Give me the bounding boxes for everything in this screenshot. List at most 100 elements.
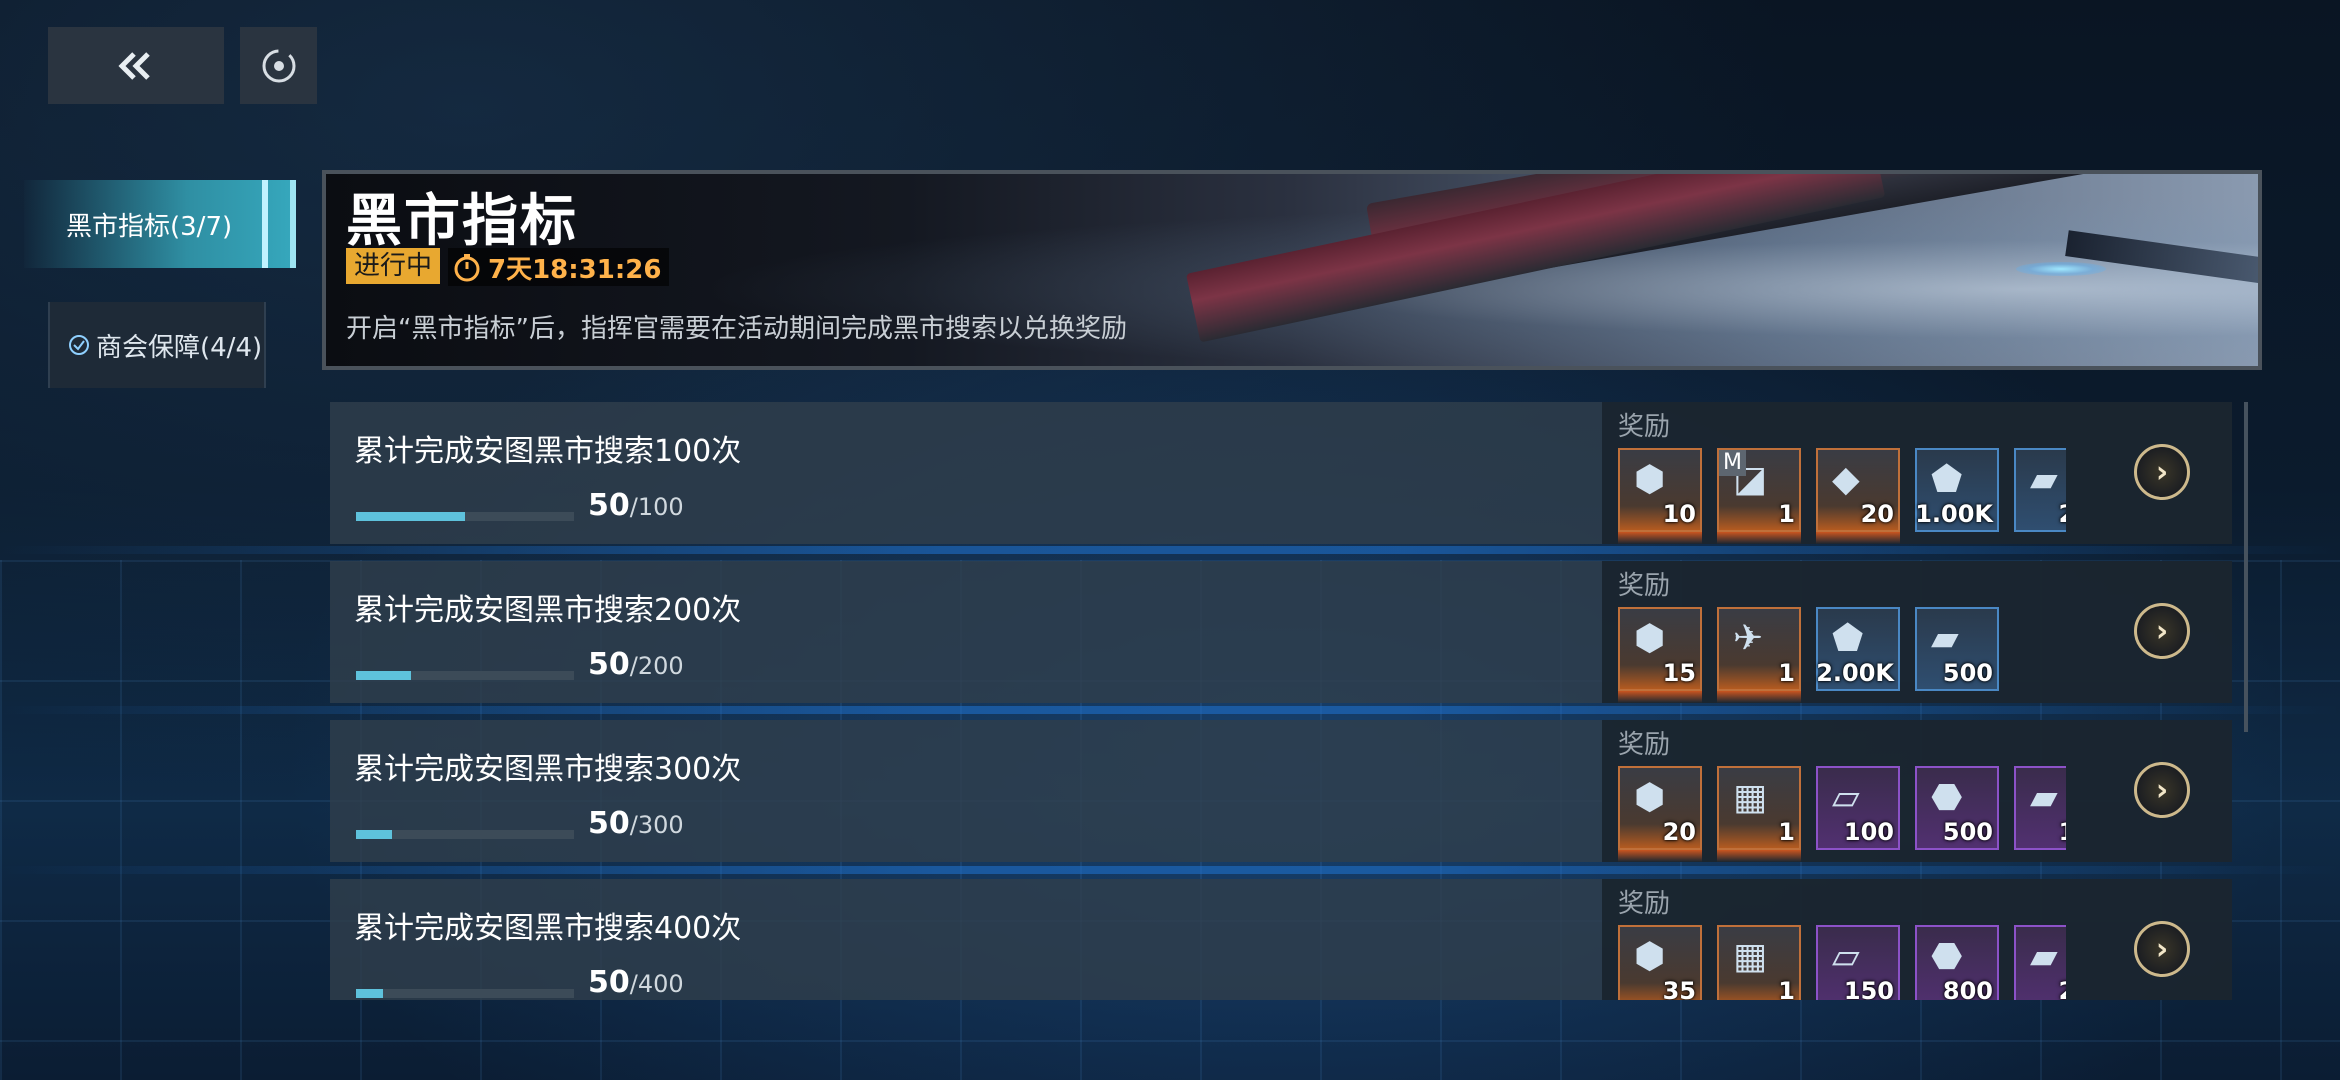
progress-current: 50: [588, 488, 630, 523]
reward-panel: 奖励 ⬢35▦1▱150⬣800▰20 ›: [1602, 879, 2232, 1000]
reward-count: 500: [1942, 659, 1993, 687]
alloy-plate-icon: ▰: [2030, 459, 2058, 500]
go-arrow-button[interactable]: ›: [2134, 921, 2190, 977]
refresh-button[interactable]: [240, 27, 317, 104]
task-row: 累计完成安图黑市搜索300次 50/300 奖励 ⬢20▦1▱100⬣500▰1…: [330, 720, 2232, 862]
background-glow-line: [0, 546, 2340, 554]
blueprint-red-icon: ▦: [1733, 936, 1768, 977]
stopwatch-icon: [454, 254, 480, 282]
alloy-plate-icon: ▰: [1931, 618, 1959, 659]
progress-current: 50: [588, 965, 630, 1000]
reward-panel: 奖励 ⬢ 15 ✈ 1 ⬟ 2.00K ▰ 500 ›: [1602, 561, 2232, 703]
go-arrow-button[interactable]: ›: [2134, 444, 2190, 500]
reward-count: 1: [1778, 500, 1795, 528]
task-row: 累计完成安图黑市搜索400次 50/400 奖励 ⬢35▦1▱150⬣800▰2…: [330, 879, 2232, 1000]
reward-count: 35: [1662, 977, 1696, 1000]
reward-item[interactable]: ⬣ 800: [1915, 925, 1999, 1000]
armor-plate-icon: ▱: [1832, 777, 1860, 818]
reward-label: 奖励: [1618, 412, 1671, 442]
rarity-glow: [1618, 532, 1702, 544]
reward-item[interactable]: ▱ 100: [1816, 766, 1900, 850]
tab-guild-guarantee[interactable]: 商会保障(4/4): [48, 302, 266, 388]
progress-fill: [356, 989, 384, 998]
reward-item[interactable]: ✈ 1: [1717, 607, 1801, 703]
go-arrow-button[interactable]: ›: [2134, 762, 2190, 818]
reward-count: 20: [1860, 500, 1894, 528]
progress-bar: [356, 671, 574, 680]
tab-accent-bar: [262, 180, 268, 268]
reward-item[interactable]: ⬢ 35: [1618, 925, 1702, 1000]
crystal-shard-icon: ◆: [1832, 459, 1860, 500]
reward-item[interactable]: ⬟ 2.00K: [1816, 607, 1900, 691]
progress-count: 50/300: [588, 806, 684, 841]
progress-total: /400: [629, 970, 684, 998]
progress-count: 50/400: [588, 965, 684, 1000]
tab-black-market-index[interactable]: 黑市指标(3/7): [24, 180, 296, 268]
reward-count: 1: [1778, 818, 1795, 846]
rarity-glow: [1618, 691, 1702, 703]
chevron-right-icon: ›: [2155, 931, 2169, 967]
back-button[interactable]: [48, 27, 224, 104]
reward-count: 1: [1778, 977, 1795, 1000]
reward-item[interactable]: ▱ 150: [1816, 925, 1900, 1000]
reward-item[interactable]: ◪ M 1: [1717, 448, 1801, 544]
rarity-glow: [1717, 532, 1801, 544]
reward-item[interactable]: ⬟ 1.00K: [1915, 448, 1999, 532]
task-info: 累计完成安图黑市搜索400次 50/400: [330, 879, 1602, 1000]
rarity-glow: [1717, 850, 1801, 862]
double-chevron-left-icon: [118, 51, 150, 80]
chevron-right-icon: ›: [2155, 772, 2169, 808]
reward-label: 奖励: [1618, 571, 1671, 601]
background-glow-line: [0, 866, 2340, 874]
reward-label: 奖励: [1618, 889, 1671, 919]
progress-count: 50/100: [588, 488, 684, 523]
timer-text: 7天18:31:26: [488, 254, 662, 285]
reward-item[interactable]: ⬢ 15: [1618, 607, 1702, 703]
gold-ore-icon: ⬣: [1931, 777, 1963, 818]
reward-item[interactable]: ▦ 1: [1717, 925, 1801, 1000]
progress-bar: [356, 989, 574, 998]
reward-count: 12: [2059, 818, 2066, 846]
reward-item[interactable]: ▰ 500: [1915, 607, 1999, 691]
reward-count: 100: [1843, 818, 1894, 846]
reward-item[interactable]: ▰12: [2014, 766, 2066, 850]
task-title: 累计完成安图黑市搜索400次: [354, 911, 742, 946]
reward-item[interactable]: ▰25: [2014, 448, 2066, 532]
banner-ship-illustration: [2065, 230, 2258, 284]
progress-fill: [356, 512, 465, 521]
reward-count: 15: [1662, 659, 1696, 687]
background-glow-line: [0, 706, 2340, 714]
reward-item[interactable]: ▦ 1: [1717, 766, 1801, 862]
blueprint-chip-icon: ⬢: [1634, 936, 1666, 977]
progress-current: 50: [588, 647, 630, 682]
task-row: 累计完成安图黑市搜索100次 50/100 奖励 ⬢ 10 ◪ M 1 ◆ 20 ⬟ 1.00K…: [330, 402, 2232, 544]
blueprint-chip-icon: ⬢: [1634, 618, 1666, 659]
event-banner: 黑市指标 进行中 7天18:31:26 开启“黑市指标”后，指挥官需要在活动期间…: [322, 170, 2262, 370]
tab-accent-bar: [290, 180, 296, 268]
ship-fighter-icon: ✈: [1733, 618, 1764, 659]
reward-items: ⬢10◪M1◆20⬟1.00K▰25: [1618, 448, 2066, 544]
go-arrow-button[interactable]: ›: [2134, 603, 2190, 659]
armor-plate-icon: ▱: [1832, 936, 1860, 977]
progress-bar: [356, 830, 574, 839]
reward-item[interactable]: ◆ 20: [1816, 448, 1900, 544]
reward-item[interactable]: ⬣ 500: [1915, 766, 1999, 850]
reward-panel: 奖励 ⬢20▦1▱100⬣500▰12 ›: [1602, 720, 2232, 862]
reward-item[interactable]: ▰20: [2014, 925, 2066, 1000]
tab-label: 黑市指标(3/7): [66, 211, 233, 242]
reward-item[interactable]: ⬢ 10: [1618, 448, 1702, 544]
rarity-glow: [1717, 691, 1801, 703]
reward-item[interactable]: ⬢ 20: [1618, 766, 1702, 862]
progress-total: /300: [629, 811, 684, 839]
module-tag: M: [1719, 450, 1746, 476]
progress-fill: [356, 671, 411, 680]
task-info: 累计完成安图黑市搜索200次 50/200: [330, 561, 1602, 703]
task-title: 累计完成安图黑市搜索200次: [354, 593, 742, 628]
progress-total: /100: [629, 493, 684, 521]
reward-count: 2.00K: [1816, 659, 1894, 687]
blueprint-chip-icon: ⬢: [1634, 459, 1666, 500]
reward-count: 10: [1662, 500, 1696, 528]
reward-items: ⬢ 15 ✈ 1 ⬟ 2.00K ▰ 500: [1618, 607, 2066, 703]
rarity-glow: [1618, 850, 1702, 862]
scrollbar[interactable]: [2244, 402, 2248, 732]
